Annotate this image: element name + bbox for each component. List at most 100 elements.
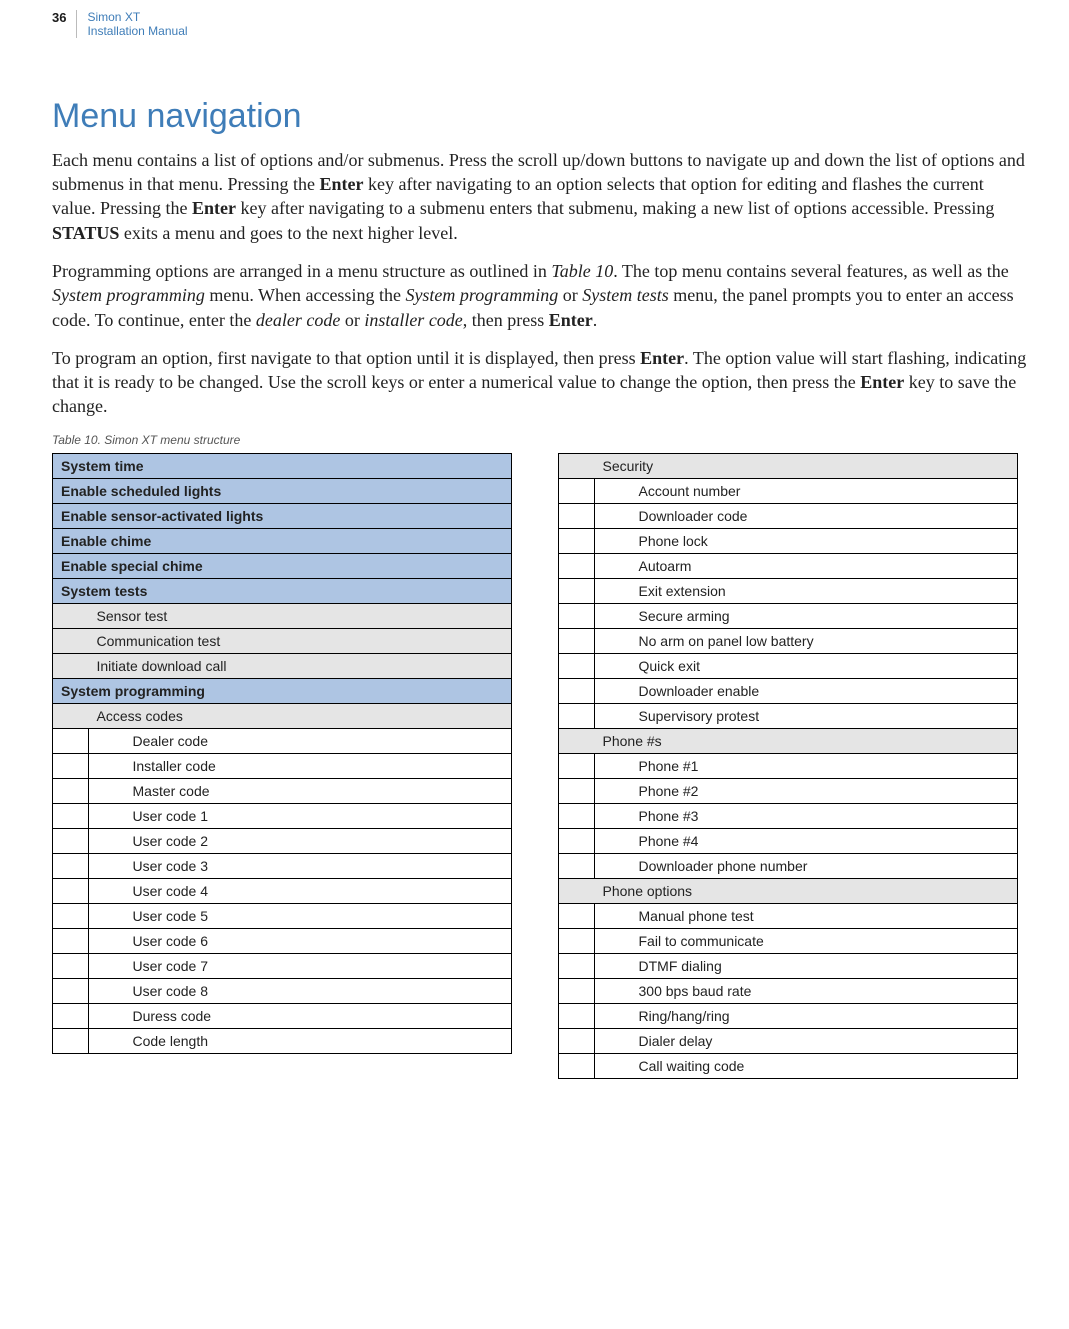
indent-cell	[53, 953, 89, 978]
table-row: User code 5	[53, 903, 512, 928]
indent-cell	[559, 528, 595, 553]
table-row: DTMF dialing	[559, 953, 1018, 978]
table-row: User code 6	[53, 928, 512, 953]
table-row: Manual phone test	[559, 903, 1018, 928]
menu-item: Phone #2	[631, 778, 1018, 803]
table-ref: Table 10	[551, 261, 613, 281]
table-row: Dealer code	[53, 728, 512, 753]
indent-cell	[559, 928, 595, 953]
table-row: Enable scheduled lights	[53, 478, 512, 503]
indent-cell	[89, 828, 125, 853]
menu-item: User code 6	[125, 928, 512, 953]
menu-item: Downloader enable	[631, 678, 1018, 703]
key-enter: Enter	[640, 348, 684, 368]
table-row: Downloader code	[559, 503, 1018, 528]
menu-item: Enable chime	[53, 528, 512, 553]
menu-item: System programming	[53, 678, 512, 703]
menu-item: Manual phone test	[631, 903, 1018, 928]
menu-item: Call waiting code	[631, 1053, 1018, 1078]
menu-item: Security	[595, 453, 1018, 478]
indent-cell	[559, 603, 595, 628]
menu-item: Secure arming	[631, 603, 1018, 628]
menu-item: DTMF dialing	[631, 953, 1018, 978]
menu-item: User code 8	[125, 978, 512, 1003]
menu-item: Autoarm	[631, 553, 1018, 578]
indent-cell	[595, 803, 631, 828]
table-row: Dialer delay	[559, 1028, 1018, 1053]
indent-cell	[53, 703, 89, 728]
indent-cell	[53, 853, 89, 878]
key-enter: Enter	[860, 372, 904, 392]
table-row: Downloader phone number	[559, 853, 1018, 878]
indent-cell	[89, 1028, 125, 1053]
table-row: Exit extension	[559, 578, 1018, 603]
menu-item: Code length	[125, 1028, 512, 1053]
indent-cell	[89, 928, 125, 953]
table-row: Initiate download call	[53, 653, 512, 678]
section-heading: Menu navigation	[52, 97, 1029, 136]
table-row: Enable special chime	[53, 553, 512, 578]
menu-item: System time	[53, 453, 512, 478]
indent-cell	[89, 778, 125, 803]
menu-item: Installer code	[125, 753, 512, 778]
indent-cell	[53, 778, 89, 803]
indent-cell	[595, 528, 631, 553]
indent-cell	[53, 978, 89, 1003]
text: , then press	[463, 310, 549, 330]
indent-cell	[559, 678, 595, 703]
text: Programming options are arranged in a me…	[52, 261, 551, 281]
menu-item: Phone #s	[595, 728, 1018, 753]
indent-cell	[559, 803, 595, 828]
menu-item: Enable sensor-activated lights	[53, 503, 512, 528]
indent-cell	[595, 753, 631, 778]
table-row: Master code	[53, 778, 512, 803]
menu-item: Phone lock	[631, 528, 1018, 553]
menu-name: System programming	[405, 285, 558, 305]
indent-cell	[559, 1053, 595, 1078]
indent-cell	[595, 853, 631, 878]
menu-item: Initiate download call	[89, 653, 512, 678]
indent-cell	[595, 928, 631, 953]
menu-name: System programming	[52, 285, 205, 305]
indent-cell	[53, 753, 89, 778]
menu-item: User code 2	[125, 828, 512, 853]
table-row: User code 3	[53, 853, 512, 878]
text: menu. When accessing the	[205, 285, 406, 305]
paragraph-1: Each menu contains a list of options and…	[52, 148, 1029, 245]
table-caption: Table 10. Simon XT menu structure	[52, 433, 1029, 447]
table-row: User code 7	[53, 953, 512, 978]
menu-item: System tests	[53, 578, 512, 603]
tables-container: System time Enable scheduled lights Enab…	[52, 453, 1029, 1079]
menu-item: Downloader phone number	[631, 853, 1018, 878]
table-row: Phone #4	[559, 828, 1018, 853]
table-row: System programming	[53, 678, 512, 703]
indent-cell	[559, 578, 595, 603]
indent-cell	[89, 753, 125, 778]
indent-cell	[595, 478, 631, 503]
menu-item: User code 1	[125, 803, 512, 828]
indent-cell	[559, 728, 595, 753]
indent-cell	[559, 753, 595, 778]
indent-cell	[89, 978, 125, 1003]
indent-cell	[559, 653, 595, 678]
indent-cell	[595, 503, 631, 528]
text: key after navigating to a submenu enters…	[236, 198, 994, 218]
menu-item: User code 4	[125, 878, 512, 903]
text: .	[593, 310, 598, 330]
table-row: Phone lock	[559, 528, 1018, 553]
table-row: Phone #3	[559, 803, 1018, 828]
indent-cell	[559, 1003, 595, 1028]
menu-item: Phone #1	[631, 753, 1018, 778]
table-row: User code 4	[53, 878, 512, 903]
indent-cell	[595, 1053, 631, 1078]
menu-item: Supervisory protest	[631, 703, 1018, 728]
table-row: Enable chime	[53, 528, 512, 553]
page-header: 36 Simon XT Installation Manual	[52, 10, 1029, 39]
indent-cell	[595, 978, 631, 1003]
table-row: Communication test	[53, 628, 512, 653]
paragraph-2: Programming options are arranged in a me…	[52, 259, 1029, 332]
indent-cell	[559, 1028, 595, 1053]
indent-cell	[53, 628, 89, 653]
table-row: Access codes	[53, 703, 512, 728]
indent-cell	[89, 903, 125, 928]
